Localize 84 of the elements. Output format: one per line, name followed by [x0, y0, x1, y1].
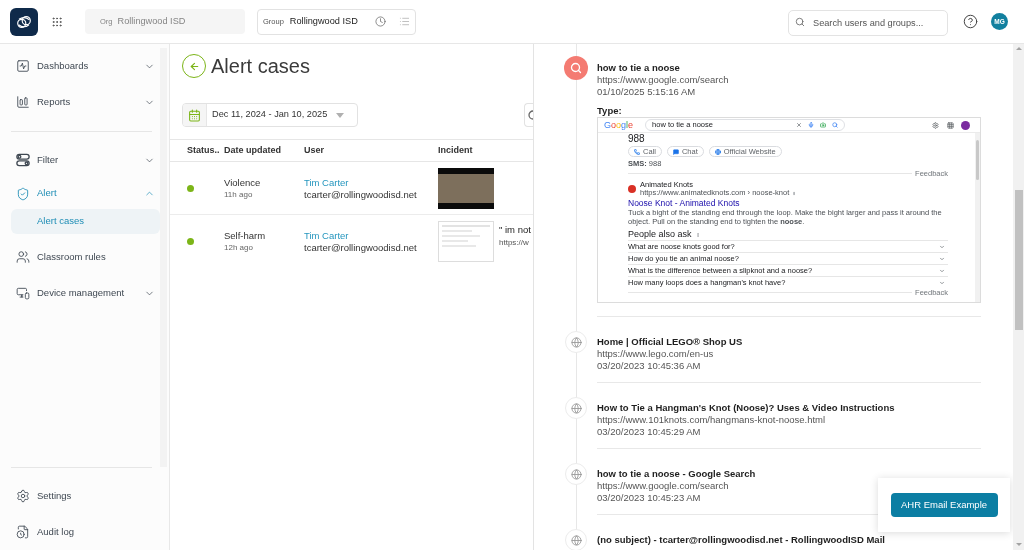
- scrollbar-thumb: [976, 140, 979, 180]
- sidebar-item[interactable]: Reports: [0, 84, 160, 120]
- search-field[interactable]: Search users and groups...: [788, 9, 948, 36]
- answer-number: 988: [628, 133, 645, 144]
- sidebar-item[interactable]: Classroom rules: [0, 239, 160, 275]
- visit-time: 01/10/2025 5:15:16 AM: [597, 86, 696, 98]
- result-title: Noose Knot - Animated Knots: [628, 198, 740, 208]
- page-title: Alert cases: [211, 54, 310, 78]
- apps-grid-icon: [947, 121, 954, 129]
- scroll-up-arrow-icon[interactable]: [1015, 47, 1022, 50]
- users-icon: [16, 250, 30, 264]
- app-logo-icon[interactable]: [10, 7, 38, 36]
- email-example-button[interactable]: AHR Email Example: [890, 493, 998, 517]
- camera-icon: [820, 122, 827, 128]
- visited-page-title: Home | Official LEGO® Shop US: [597, 336, 743, 348]
- help-icon[interactable]: [963, 14, 978, 29]
- phone-icon: [634, 148, 640, 155]
- scroll-down-arrow-icon[interactable]: [1015, 543, 1022, 546]
- clock-icon[interactable]: [375, 16, 386, 27]
- user-email: tcarter@rollingwoodisd.net: [304, 242, 417, 254]
- photo-placeholder[interactable]: [438, 167, 494, 209]
- screenshot-thumbnail[interactable]: [438, 221, 494, 262]
- sidebar-item[interactable]: Dashboards: [0, 48, 160, 84]
- sidebar-item[interactable]: Filter: [0, 142, 160, 178]
- arrow-left-icon: [188, 60, 200, 72]
- page-url: https://www.lego.com/en-us: [597, 348, 714, 360]
- caret-down-icon: [336, 112, 344, 118]
- sidebar-item[interactable]: Settings: [0, 478, 160, 514]
- incident-text: " im not: [499, 223, 531, 237]
- sidebar-item[interactable]: Alert: [0, 178, 160, 209]
- scrollbar[interactable]: [1013, 44, 1024, 550]
- more-icon: [792, 189, 797, 197]
- avatar-icon: [961, 120, 970, 130]
- time-ago: 11h ago: [224, 188, 253, 201]
- clear-icon: [796, 122, 803, 128]
- section-heading: People also ask: [628, 229, 692, 240]
- site-favicon-icon: [628, 185, 636, 193]
- column-header: Date updated: [224, 143, 281, 157]
- shield-check-icon: [16, 186, 30, 201]
- visit-time: 03/20/2023 10:45:23 AM: [597, 492, 701, 504]
- settings-icon: [16, 489, 30, 503]
- search-icon: [795, 16, 805, 27]
- column-header: Status..: [187, 143, 220, 157]
- page-url: https://www.101knots.com/hangmans-knot-noose.html: [597, 414, 826, 426]
- bar-chart-icon: [16, 95, 30, 109]
- list-icon[interactable]: [399, 16, 410, 27]
- user-email: tcarter@rollingwoodisd.net: [304, 188, 417, 201]
- search-icon: [832, 122, 839, 128]
- more-icon: [695, 230, 700, 239]
- sidebar-item[interactable]: Device management: [0, 275, 160, 311]
- devices-icon: [16, 286, 30, 300]
- file-clock-icon: [16, 525, 30, 539]
- visited-page-title: (no subject) - tcarter@rollingwoodisd.net - RollingwoodISD Mail: [597, 534, 885, 546]
- settings-icon: [932, 121, 939, 129]
- visit-time: 03/20/2023 10:45:36 AM: [597, 360, 701, 372]
- category-text: Violence: [224, 175, 261, 189]
- user-name-link[interactable]: Tim Carter: [304, 175, 349, 189]
- column-header: User: [304, 143, 324, 157]
- page-url: https://www.google.com/search: [597, 74, 729, 86]
- sidebar-subitem[interactable]: Alert cases: [11, 209, 160, 234]
- chart-square-icon: [16, 59, 30, 73]
- search-icon: [528, 110, 533, 120]
- visited-page-title: how to tie a noose - Google Search: [597, 468, 756, 480]
- sidebar-item[interactable]: Audit log: [0, 514, 160, 550]
- google-logo: Google: [604, 120, 634, 130]
- apps-grid-icon[interactable]: [51, 15, 63, 28]
- globe-icon: [714, 148, 721, 155]
- category-text: Self-harm: [224, 229, 266, 242]
- visited-page-title: How to Tie a Hangman's Knot (Noose)? Uses & Video Instructions: [597, 402, 895, 414]
- date-range-picker[interactable]: Dec 11, 2024 - Jan 10, 2025: [182, 103, 358, 127]
- visit-time: 03/20/2023 10:45:29 AM: [597, 426, 701, 438]
- user-name-link[interactable]: Tim Carter: [304, 229, 349, 242]
- page-url: https://www.google.com/search: [597, 480, 729, 492]
- visited-page-title: how to tie a noose: [597, 62, 680, 74]
- calendar-icon: [183, 104, 207, 126]
- search-icon: [564, 56, 588, 80]
- mic-icon: [808, 122, 815, 128]
- column-header: Incident: [438, 143, 473, 157]
- chat-icon: [672, 148, 679, 155]
- incident-url: https://w: [499, 237, 529, 249]
- time-ago: 12h ago: [224, 242, 253, 254]
- scrollbar-thumb[interactable]: [1014, 190, 1023, 330]
- toggles-icon: [16, 153, 30, 167]
- type-label: Type:: [597, 105, 622, 117]
